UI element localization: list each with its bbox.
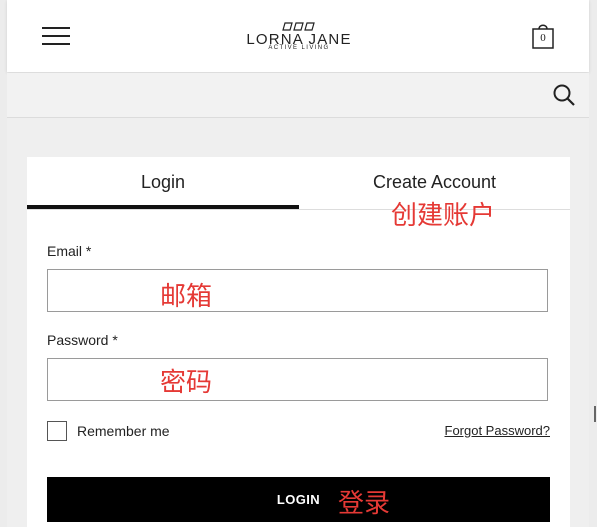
remember-me-checkbox[interactable] [47, 421, 67, 441]
search-bar [7, 73, 589, 118]
email-label: Email * [47, 243, 92, 259]
hamburger-menu-icon[interactable] [42, 25, 70, 47]
search-icon[interactable] [552, 83, 576, 107]
forgot-password-link[interactable]: Forgot Password? [445, 423, 551, 438]
remember-me-label: Remember me [77, 423, 170, 439]
email-field[interactable] [47, 269, 548, 312]
tab-login[interactable]: Login [27, 157, 299, 209]
login-button[interactable]: LOGIN [47, 477, 550, 522]
annotation-create-account: 创建账户 [391, 201, 496, 231]
scrollbar-handle[interactable] [594, 406, 596, 422]
annotation-login: 登录 [338, 489, 391, 519]
shopping-bag-icon[interactable]: 0 [531, 22, 555, 50]
annotation-password: 密码 [160, 368, 213, 398]
logo-tagline: ACTIVE LIVING [268, 45, 330, 51]
brand-logo[interactable]: LORNA JANE ACTIVE LIVING [238, 20, 360, 54]
password-field[interactable] [47, 358, 548, 401]
password-label: Password * [47, 332, 118, 348]
annotation-email: 邮箱 [160, 282, 213, 312]
logo-mark-icon [282, 22, 315, 31]
site-header: LORNA JANE ACTIVE LIVING 0 [7, 0, 589, 72]
cart-count: 0 [540, 32, 546, 44]
